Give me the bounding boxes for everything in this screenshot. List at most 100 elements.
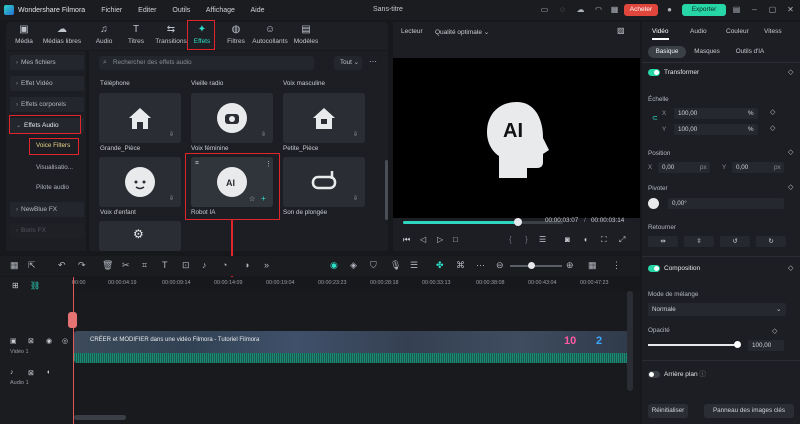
effect-card-child-voice[interactable]: ⇩ xyxy=(99,157,181,207)
flip-vertical-button[interactable]: ⇳ xyxy=(684,236,714,247)
cloud-upload-icon[interactable]: ☁ xyxy=(576,5,585,14)
zoom-slider-knob[interactable] xyxy=(528,262,535,269)
delete-icon[interactable]: 🗑 xyxy=(102,260,113,271)
download-icon[interactable]: ⇩ xyxy=(261,131,266,138)
keyframe-icon[interactable]: ◇ xyxy=(770,124,775,132)
tab-templates[interactable]: ▤ Modèles xyxy=(288,24,324,45)
quality-dropdown[interactable]: Qualité optimale ⌄ xyxy=(435,28,489,36)
zoom-out-icon[interactable]: ⊖ xyxy=(496,260,504,271)
video-clip[interactable]: CRÉER et MODIFIER dans une vidéo Filmora… xyxy=(74,331,630,363)
keyframe-icon[interactable]: ◇ xyxy=(788,183,793,191)
download-icon[interactable]: ⇩ xyxy=(353,131,358,138)
timeline-scrollbar-v[interactable] xyxy=(627,291,633,391)
grid-view-icon[interactable]: ▦ xyxy=(588,260,597,271)
more-icon[interactable]: ⋮ xyxy=(612,260,621,271)
expand-icon[interactable]: ⤢ xyxy=(619,235,625,245)
select-tool-icon[interactable]: ⇱ xyxy=(28,260,36,271)
maximize-icon[interactable]: ▢ xyxy=(768,5,777,14)
tab-audio-props[interactable]: Audio xyxy=(690,28,707,35)
tab-transitions[interactable]: ⇆ Transitions xyxy=(150,24,192,45)
effect-card-partial[interactable]: ⚙ xyxy=(99,221,181,251)
rotate-field[interactable]: 0,00° xyxy=(668,198,784,209)
snapshot-icon[interactable]: ▨ xyxy=(617,26,625,35)
lock-icon[interactable]: ⊠ xyxy=(28,369,34,377)
sidebar-item-body-effects[interactable]: › Effets corporels xyxy=(10,97,84,112)
monitor-icon[interactable]: ▭ xyxy=(540,5,549,14)
effects-scrollbar[interactable] xyxy=(385,160,388,220)
playhead[interactable] xyxy=(73,277,74,424)
menu-editer[interactable]: Editer xyxy=(138,7,156,14)
tab-audio[interactable]: ♫ Audio xyxy=(86,24,122,45)
lightbulb-icon[interactable]: ◌ xyxy=(558,5,567,14)
list-icon[interactable]: ☰ xyxy=(410,260,418,271)
download-icon[interactable]: ⇩ xyxy=(353,195,358,202)
headset-icon[interactable]: ◠ xyxy=(594,5,603,14)
position-y-field[interactable]: 0,00 px xyxy=(732,162,784,173)
ai-icon[interactable]: ✤ xyxy=(436,260,444,271)
tab-video[interactable]: Vidéo xyxy=(652,28,669,40)
reset-button[interactable]: Réinitialiser xyxy=(648,404,688,418)
split-icon[interactable]: ✂ xyxy=(122,260,130,271)
fullscreen-icon[interactable]: ⛶ xyxy=(601,235,607,245)
background-toggle[interactable] xyxy=(648,370,660,378)
playback-progress[interactable] xyxy=(403,218,563,226)
scale-x-field[interactable]: 100,00% xyxy=(674,108,758,119)
mark-in-icon[interactable]: { xyxy=(509,235,512,244)
subtab-masks[interactable]: Masques xyxy=(690,46,724,58)
visibility-icon[interactable]: ◎ xyxy=(62,337,68,345)
keyframe-icon[interactable]: ◇ xyxy=(788,68,793,76)
timeline-tracks[interactable]: CRÉER et MODIFIER dans une vidéo Filmora… xyxy=(72,291,640,424)
mic-icon[interactable]: 🎙 xyxy=(390,260,401,271)
marker-icon[interactable]: ◈ xyxy=(350,260,357,271)
search-input[interactable]: Rechercher des effets audio xyxy=(99,56,314,70)
zoom-in-icon[interactable]: ⊕ xyxy=(566,260,574,271)
rotate-right-button[interactable]: ↻ xyxy=(756,236,786,247)
stop-icon[interactable]: □ xyxy=(453,235,458,244)
link-icon[interactable]: ⛓ xyxy=(30,281,40,290)
sidebar-item-newblue-fx[interactable]: › NewBlue FX xyxy=(10,202,84,217)
frame-back-icon[interactable]: ◁ xyxy=(420,235,426,244)
sidebar-subitem-visualisation[interactable]: Visualisatio... xyxy=(36,164,73,171)
tab-titles[interactable]: T Titres xyxy=(118,24,154,45)
playhead-handle[interactable] xyxy=(68,312,77,328)
zoom-slider[interactable] xyxy=(510,265,562,267)
filter-dropdown[interactable]: Tout ⌄ xyxy=(334,56,362,70)
menu-fichier[interactable]: Fichier xyxy=(101,7,122,14)
menu-aide[interactable]: Aide xyxy=(251,7,265,14)
keyframe-icon[interactable]: ◇ xyxy=(770,108,775,116)
opacity-slider[interactable] xyxy=(648,344,736,346)
eye-icon[interactable]: ◉ xyxy=(46,337,52,345)
flip-horizontal-button[interactable]: ⇹ xyxy=(648,236,678,247)
undo-icon[interactable]: ↶ xyxy=(58,260,66,271)
scale-y-field[interactable]: 100,00% xyxy=(674,124,758,135)
download-icon[interactable]: ⇩ xyxy=(169,131,174,138)
volume-icon[interactable]: ◖ xyxy=(583,235,588,244)
transform-icon[interactable]: ⊡ xyxy=(182,260,190,271)
play-icon[interactable]: ▷ xyxy=(437,235,443,244)
download-icon[interactable]: ⇩ xyxy=(169,195,174,202)
crop-icon[interactable]: ⌗ xyxy=(142,260,147,271)
position-x-field[interactable]: 0,00 px xyxy=(658,162,710,173)
speaker-icon[interactable]: ◖ xyxy=(46,369,50,376)
subtab-ai-tools[interactable]: Outils d'IA xyxy=(728,46,772,58)
render-icon[interactable]: ◉ xyxy=(330,260,338,271)
tab-stickers[interactable]: ☺ Autocollants xyxy=(248,24,292,45)
mark-out-icon[interactable]: } xyxy=(525,235,528,244)
tab-stock-media[interactable]: ☁ Médias libres xyxy=(40,24,84,45)
tab-speed[interactable]: Vitess xyxy=(764,28,782,35)
export-button[interactable]: Exporter xyxy=(682,4,726,16)
effect-card-large-room[interactable]: ⇩ xyxy=(99,93,181,143)
snap-icon[interactable]: ⌘ xyxy=(456,260,465,271)
keyframe-icon[interactable]: ◇ xyxy=(788,264,793,272)
effect-card-female-voice[interactable]: ⇩ xyxy=(191,93,273,143)
effect-card-small-room[interactable]: ⇩ xyxy=(283,93,365,143)
more-icon[interactable]: ⋯ xyxy=(369,57,377,66)
blend-mode-dropdown[interactable]: Normale ⌄ xyxy=(648,303,786,316)
shield-icon[interactable]: ⛉ xyxy=(370,260,377,271)
menu-affichage[interactable]: Affichage xyxy=(206,7,235,14)
sidebar-item-video-effects[interactable]: › Effet Vidéo xyxy=(10,76,84,91)
add-track-icon[interactable]: ⊞ xyxy=(12,281,19,290)
audio-icon[interactable]: ♪ xyxy=(202,260,207,271)
keyframe-icon[interactable]: ◇ xyxy=(772,327,777,335)
menu-outils[interactable]: Outils xyxy=(172,7,190,14)
